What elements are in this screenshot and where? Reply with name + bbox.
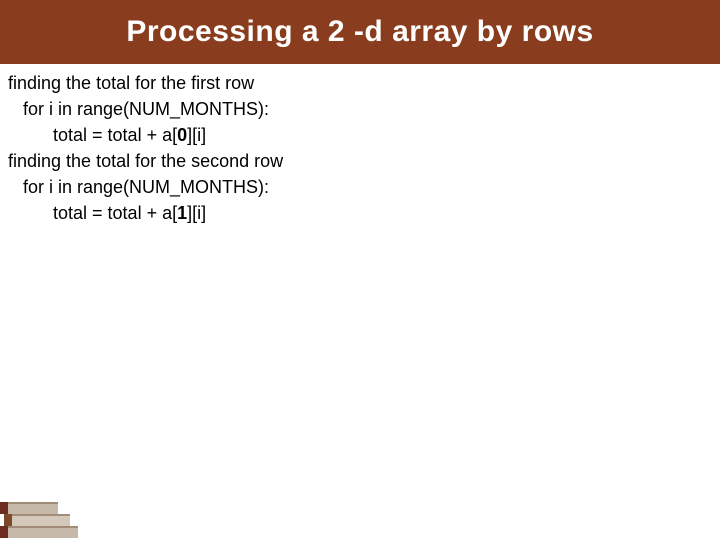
code-line: finding the total for the first row	[8, 70, 712, 96]
code-segment: ][i]	[187, 125, 206, 145]
code-bold-index: 0	[177, 125, 187, 145]
slide-body: finding the total for the first row for …	[0, 64, 720, 227]
code-line: for i in range(NUM_MONTHS):	[8, 96, 712, 122]
title-bar: Processing a 2 -d array by rows	[0, 0, 720, 64]
code-line: total = total + a[0][i]	[8, 122, 712, 148]
books-icon	[0, 486, 90, 540]
code-segment: ][i]	[187, 203, 206, 223]
code-line: finding the total for the second row	[8, 148, 712, 174]
code-segment: total = total + a[	[8, 203, 177, 223]
code-segment: total = total + a[	[8, 125, 177, 145]
code-bold-index: 1	[177, 203, 187, 223]
code-line: total = total + a[1][i]	[8, 200, 712, 226]
slide-title: Processing a 2 -d array by rows	[126, 15, 593, 49]
code-line: for i in range(NUM_MONTHS):	[8, 174, 712, 200]
